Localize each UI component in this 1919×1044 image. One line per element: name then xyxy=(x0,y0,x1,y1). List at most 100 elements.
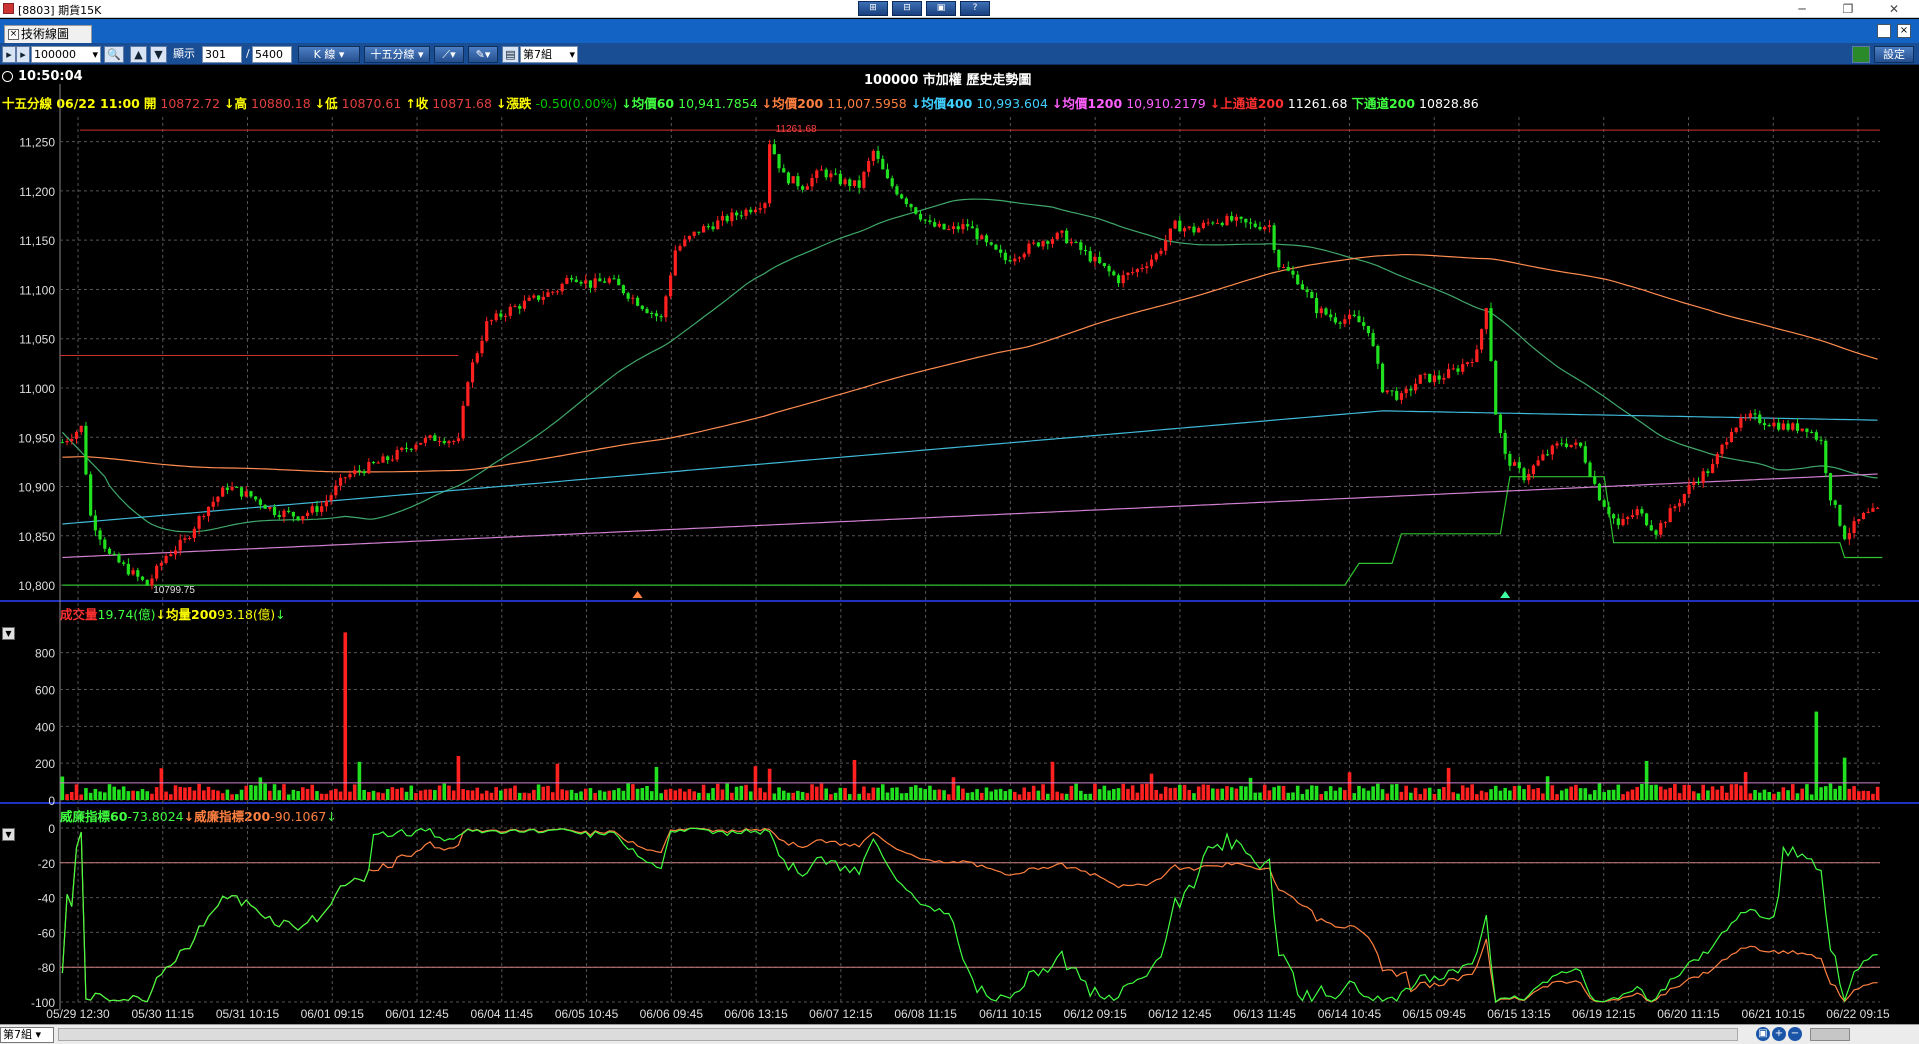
volume-bar xyxy=(1333,790,1338,800)
candle-body xyxy=(1201,222,1205,228)
candle-body xyxy=(1569,444,1573,448)
volume-bar xyxy=(192,790,197,800)
candle-body xyxy=(579,282,583,284)
volume-bar xyxy=(1757,792,1762,800)
volume-bar xyxy=(1597,783,1602,800)
volume-bar xyxy=(117,789,121,800)
candle-body xyxy=(1621,519,1625,526)
volume-bar xyxy=(895,787,899,800)
candle-body xyxy=(687,235,692,240)
candle-body xyxy=(961,224,965,230)
candle-body xyxy=(970,226,974,229)
group-select-bottom[interactable]: 第7組 ▾ xyxy=(0,1027,54,1043)
candle-body xyxy=(871,150,875,161)
horizontal-scrollbar[interactable] xyxy=(58,1028,1738,1041)
volume-bar xyxy=(739,785,744,800)
volume-bar xyxy=(1267,790,1272,800)
volume-bar xyxy=(555,763,560,800)
volume-bar xyxy=(1720,785,1724,800)
candle-body xyxy=(1423,373,1427,375)
candle-body xyxy=(588,280,593,288)
candle-body xyxy=(324,500,328,507)
volume-bar xyxy=(277,790,282,800)
volume-bar xyxy=(197,783,201,800)
candle-body xyxy=(909,204,913,208)
scroll-thumb[interactable] xyxy=(1810,1028,1850,1041)
candle-body xyxy=(1555,443,1559,446)
time-tick-label: 06/20 11:15 xyxy=(1657,1007,1720,1021)
candle-body xyxy=(1503,433,1507,454)
volume-bar xyxy=(1432,793,1437,800)
volume-bar xyxy=(1121,783,1126,800)
volume-bar xyxy=(1871,793,1875,800)
candle-body xyxy=(862,171,866,188)
time-tick-label: 06/01 12:45 xyxy=(385,1007,449,1021)
volume-bar xyxy=(1814,711,1819,800)
candle-body xyxy=(928,220,932,223)
candle-body xyxy=(169,554,173,556)
volume-bar xyxy=(565,790,569,800)
zoom-out-icon[interactable]: − xyxy=(1788,1027,1802,1041)
candle-body xyxy=(1215,222,1220,224)
candle-body xyxy=(1630,515,1635,518)
candle-body xyxy=(1786,423,1790,430)
candle-body xyxy=(178,539,182,551)
candle-body xyxy=(1032,242,1036,244)
volume-bar xyxy=(1772,793,1776,800)
volume-bar xyxy=(706,793,711,800)
candle-body xyxy=(1329,314,1333,318)
candle-body xyxy=(697,231,701,233)
volume-bar xyxy=(668,788,673,800)
volume-tick-label: 200 xyxy=(35,757,55,771)
volume-bar xyxy=(1451,792,1456,800)
volume-bar xyxy=(74,784,79,800)
candle-body xyxy=(1187,226,1191,229)
volume-bar xyxy=(763,792,767,800)
zoom-icon[interactable]: ▣ xyxy=(1756,1027,1770,1041)
candle-body xyxy=(1432,375,1437,383)
volume-bar xyxy=(1328,786,1333,800)
volume-bar xyxy=(301,787,305,800)
candle-body xyxy=(1805,428,1809,432)
candle-body xyxy=(1314,298,1319,314)
volume-bar xyxy=(126,791,131,800)
candle-body xyxy=(942,223,946,230)
candle-body xyxy=(536,295,541,300)
candle-body xyxy=(692,231,696,236)
volume-bar xyxy=(1536,787,1540,800)
candle-body xyxy=(485,321,489,341)
candle-body xyxy=(1178,220,1182,232)
candle-body xyxy=(1673,506,1677,509)
candle-body xyxy=(103,539,107,549)
price-tick-label: 10,900 xyxy=(18,481,55,495)
volume-bar xyxy=(880,784,885,800)
volume-bar xyxy=(701,784,706,800)
candle-body xyxy=(1612,514,1616,519)
candle-body xyxy=(994,244,998,250)
volume-bar xyxy=(451,790,456,800)
candle-body xyxy=(1843,525,1847,540)
volume-bar xyxy=(744,784,748,800)
volume-bar xyxy=(767,768,772,800)
candle-body xyxy=(1413,383,1418,391)
candle-body xyxy=(640,305,644,309)
candle-body xyxy=(650,312,654,314)
volume-bar xyxy=(1790,784,1795,800)
candle-body xyxy=(470,362,475,383)
candle-body xyxy=(1758,414,1762,424)
volume-bar xyxy=(1012,791,1017,800)
volume-bar xyxy=(220,793,225,800)
volume-bar xyxy=(1380,789,1385,800)
zoom-in-icon[interactable]: + xyxy=(1772,1027,1786,1041)
candle-body xyxy=(433,435,437,441)
volume-bar xyxy=(65,794,69,800)
time-tick-label: 06/22 09:15 xyxy=(1826,1007,1890,1021)
time-tick-label: 06/15 09:45 xyxy=(1402,1007,1466,1021)
volume-bar xyxy=(1767,792,1771,800)
candle-body xyxy=(735,212,739,216)
candle-body xyxy=(263,504,267,509)
candle-body xyxy=(810,177,814,187)
candle-body xyxy=(796,176,800,187)
volume-bar xyxy=(324,793,329,800)
volume-bar xyxy=(1050,761,1055,800)
